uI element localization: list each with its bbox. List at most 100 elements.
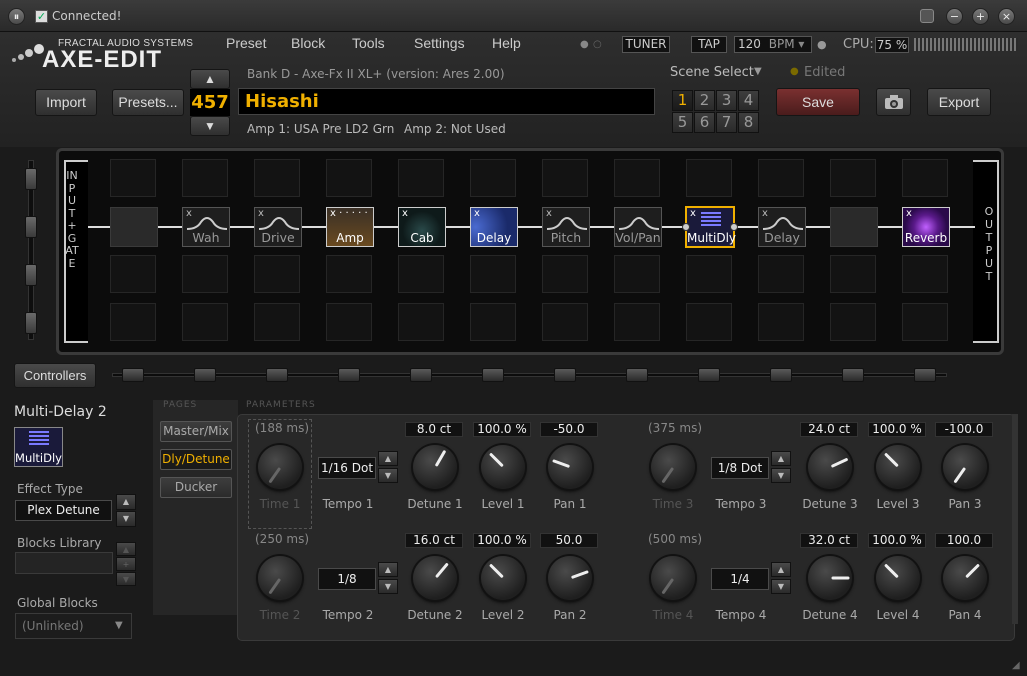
tempo-down[interactable]: ▼ [378, 579, 398, 594]
preset-down-button[interactable]: ▼ [190, 116, 230, 136]
tempo-up[interactable]: ▲ [378, 451, 398, 466]
minimize-icon[interactable]: − [946, 8, 963, 25]
grid-cell[interactable] [758, 159, 804, 197]
scene-button-8[interactable]: 8 [738, 112, 759, 133]
grid-cell[interactable] [110, 303, 156, 341]
controllers-button[interactable]: Controllers [14, 363, 96, 388]
controller-slider[interactable] [626, 368, 648, 382]
param-value[interactable]: 100.0 % [473, 422, 531, 437]
grid-cell[interactable] [398, 159, 444, 197]
controller-slider[interactable] [266, 368, 288, 382]
param-value[interactable]: 8.0 ct [405, 422, 463, 437]
tap-button[interactable]: TAP [691, 36, 727, 53]
grid-cell[interactable] [470, 303, 516, 341]
param-knob[interactable] [651, 556, 695, 600]
param-knob[interactable] [943, 556, 987, 600]
tempo-down[interactable]: ▼ [771, 468, 791, 483]
param-value[interactable]: 100.0 % [868, 422, 926, 437]
controller-slider[interactable] [554, 368, 576, 382]
grid-cell[interactable] [182, 303, 228, 341]
param-value[interactable]: 100.0 % [473, 533, 531, 548]
grid-cell[interactable] [902, 159, 948, 197]
effect-type-up[interactable]: ▲ [116, 494, 136, 510]
tempo-down[interactable]: ▼ [771, 579, 791, 594]
grid-cell[interactable] [326, 255, 372, 293]
grid-cell[interactable] [902, 255, 948, 293]
close-icon[interactable]: × [998, 8, 1015, 25]
connect-node-icon[interactable] [730, 223, 738, 231]
param-knob[interactable] [876, 445, 920, 489]
param-knob[interactable] [548, 445, 592, 489]
bpm-field[interactable]: 120 BPM ▾ [734, 36, 812, 53]
controller-slider[interactable] [770, 368, 792, 382]
grid-cell[interactable] [542, 255, 588, 293]
scene-button-6[interactable]: 6 [694, 112, 715, 133]
grid-cell[interactable] [110, 255, 156, 293]
param-value[interactable]: -50.0 [540, 422, 598, 437]
scene-button-4[interactable]: 4 [738, 90, 759, 111]
tempo-down[interactable]: ▼ [378, 468, 398, 483]
grid-cell[interactable] [686, 159, 732, 197]
scene-button-3[interactable]: 3 [716, 90, 737, 111]
tempo-select[interactable]: 1/16 Dot [318, 457, 376, 479]
tempo-select[interactable]: 1/4 [711, 568, 769, 590]
shunt-block[interactable] [110, 207, 158, 247]
input-slider-4[interactable] [25, 312, 37, 334]
resize-grip-icon[interactable]: ◢ [1012, 660, 1020, 671]
effect-type-select[interactable]: Plex Detune [15, 500, 112, 521]
grid-cell[interactable] [470, 255, 516, 293]
preset-name-field[interactable]: Hisashi [238, 88, 655, 115]
controller-slider[interactable] [338, 368, 360, 382]
grid-cell[interactable] [470, 159, 516, 197]
menu-block[interactable]: Block [291, 35, 325, 51]
param-value[interactable]: 50.0 [540, 533, 598, 548]
param-value[interactable]: 100.0 [935, 533, 993, 548]
grid-cell[interactable] [110, 159, 156, 197]
grid-cell[interactable] [182, 255, 228, 293]
grid-cell[interactable] [614, 303, 660, 341]
camera-button[interactable] [876, 88, 911, 116]
block-reverb[interactable]: x Reverb [902, 207, 950, 247]
block-volpan[interactable]: Vol/Pan [614, 207, 662, 247]
global-blocks-select[interactable]: (Unlinked) ▼ [15, 613, 132, 639]
grid-cell[interactable] [254, 159, 300, 197]
param-knob[interactable] [808, 556, 852, 600]
param-value[interactable]: -100.0 [935, 422, 993, 437]
library-add[interactable]: + [116, 557, 136, 571]
grid-cell[interactable] [542, 303, 588, 341]
grid-cell[interactable] [398, 303, 444, 341]
window-icon[interactable] [920, 9, 934, 23]
scene-button-2[interactable]: 2 [694, 90, 715, 111]
param-knob[interactable] [481, 556, 525, 600]
maximize-icon[interactable]: + [972, 8, 989, 25]
connected-checkbox[interactable]: ✓ [35, 10, 48, 23]
tab-master-mix[interactable]: Master/Mix [160, 421, 232, 442]
menu-preset[interactable]: Preset [226, 35, 266, 51]
block-amp[interactable]: x · · · · · Amp [326, 207, 374, 247]
param-knob[interactable] [808, 445, 852, 489]
grid-cell[interactable] [326, 303, 372, 341]
import-button[interactable]: Import [35, 89, 97, 116]
grid-cell[interactable] [686, 255, 732, 293]
param-knob[interactable] [258, 445, 302, 489]
connect-node-icon[interactable] [682, 223, 690, 231]
param-knob[interactable] [413, 556, 457, 600]
scrollbar[interactable] [1012, 414, 1018, 624]
block-drive[interactable]: x Drive [254, 207, 302, 247]
scene-button-1[interactable]: 1 [672, 90, 693, 111]
grid-cell[interactable] [758, 255, 804, 293]
presets-button[interactable]: Presets... [112, 89, 184, 116]
pause-icon[interactable]: ⏸ [8, 8, 25, 25]
scene-select-label[interactable]: Scene Select [670, 65, 754, 80]
block-cab[interactable]: x Cab [398, 207, 446, 247]
grid-cell[interactable] [542, 159, 588, 197]
scene-button-5[interactable]: 5 [672, 112, 693, 133]
library-up[interactable]: ▲ [116, 542, 136, 556]
block-wah[interactable]: x Wah [182, 207, 230, 247]
grid-cell[interactable] [254, 303, 300, 341]
grid-cell[interactable] [614, 159, 660, 197]
grid-cell[interactable] [902, 303, 948, 341]
tempo-up[interactable]: ▲ [771, 562, 791, 577]
block-multidly[interactable]: x MultiDly [685, 206, 736, 248]
tempo-select[interactable]: 1/8 [318, 568, 376, 590]
